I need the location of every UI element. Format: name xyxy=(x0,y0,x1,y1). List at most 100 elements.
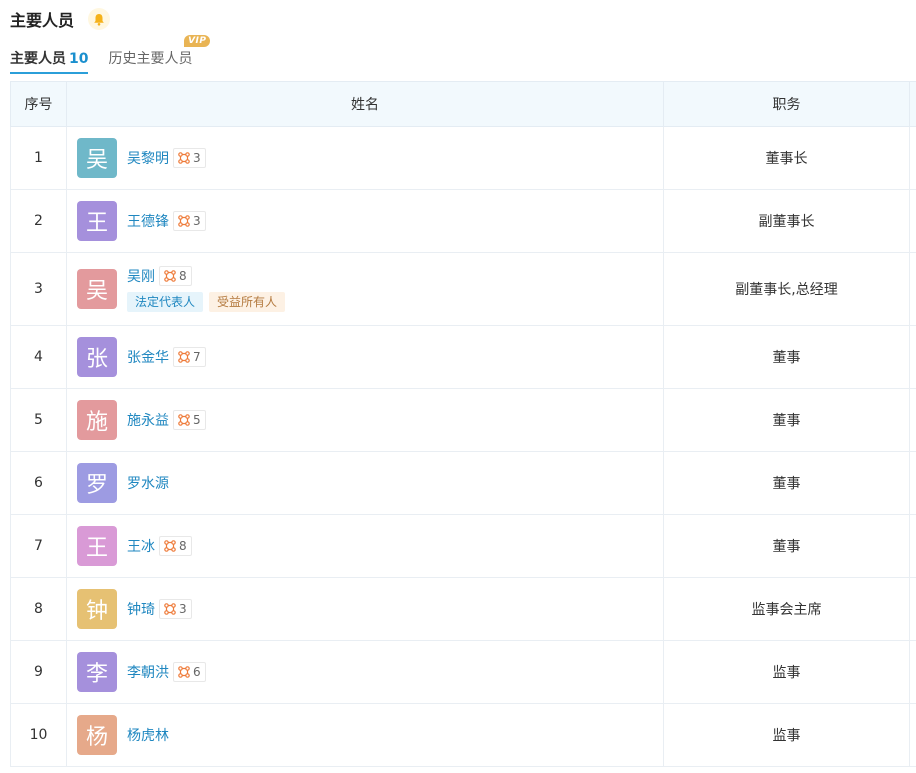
table-row: 6 罗罗水源 董事 xyxy=(10,451,916,515)
person-name-link[interactable]: 罗水源 xyxy=(127,473,169,493)
table-row: 9 李李朝洪 6 监事 xyxy=(10,640,916,704)
table-row: 3 吴吴刚 8 法定代表人 受益所有人 副董事长,总经理 xyxy=(10,252,916,326)
name-cell: 王王冰 8 xyxy=(66,514,664,578)
relation-icon xyxy=(164,603,176,615)
name-cell: 施施永益 5 xyxy=(66,388,664,452)
header-position: 职务 xyxy=(663,81,910,127)
vip-badge: VIP xyxy=(184,35,211,47)
relation-count: 6 xyxy=(193,665,201,679)
avatar[interactable]: 李 xyxy=(77,652,117,692)
tab-bar: 主要人员 10 历史主要人员 VIP xyxy=(10,35,211,74)
position-cell: 董事 xyxy=(663,325,910,389)
extra-cell xyxy=(909,514,916,578)
relation-count-badge[interactable]: 5 xyxy=(173,410,206,430)
person-name-link[interactable]: 钟琦 xyxy=(127,599,155,619)
relation-count-badge[interactable]: 3 xyxy=(159,599,192,619)
personnel-table: 序号 姓名 职务 1 吴吴黎明 3 董事长 2 王王德锋 3 副董事长 3 吴吴刚 8 法定代表人 受益… xyxy=(10,81,916,767)
table-row: 8 钟钟琦 3 监事会主席 xyxy=(10,577,916,641)
person-name-link[interactable]: 王冰 xyxy=(127,536,155,556)
relation-count-badge[interactable]: 8 xyxy=(159,536,192,556)
relation-count-badge[interactable]: 3 xyxy=(173,211,206,231)
person-tags: 法定代表人 受益所有人 xyxy=(127,292,291,312)
position-cell: 监事会主席 xyxy=(663,577,910,641)
extra-cell xyxy=(909,325,916,389)
relation-icon xyxy=(164,270,176,282)
position-cell: 副董事长 xyxy=(663,189,910,253)
relation-count: 7 xyxy=(193,350,201,364)
table-header-row: 序号 姓名 职务 xyxy=(10,81,916,127)
header-name: 姓名 xyxy=(66,81,664,127)
row-index: 4 xyxy=(10,325,67,389)
person-name-link[interactable]: 施永益 xyxy=(127,410,169,430)
person-name-link[interactable]: 张金华 xyxy=(127,347,169,367)
avatar[interactable]: 张 xyxy=(77,337,117,377)
name-cell: 罗罗水源 xyxy=(66,451,664,515)
section-title: 主要人员 xyxy=(10,11,75,30)
relation-count-badge[interactable]: 3 xyxy=(173,148,206,168)
row-index: 9 xyxy=(10,640,67,704)
section-header: 主要人员 xyxy=(10,7,111,31)
table-row: 4 张张金华 7 董事 xyxy=(10,325,916,389)
relation-icon xyxy=(164,540,176,552)
position-cell: 董事 xyxy=(663,451,910,515)
avatar[interactable]: 施 xyxy=(77,400,117,440)
avatar[interactable]: 吴 xyxy=(77,269,117,309)
relation-count: 3 xyxy=(193,214,201,228)
person-name-link[interactable]: 吴刚 xyxy=(127,266,155,286)
relation-count-badge[interactable]: 8 xyxy=(159,266,192,286)
avatar[interactable]: 吴 xyxy=(77,138,117,178)
position-cell: 董事 xyxy=(663,388,910,452)
person-name-link[interactable]: 王德锋 xyxy=(127,211,169,231)
person-name-link[interactable]: 吴黎明 xyxy=(127,148,169,168)
relation-count: 5 xyxy=(193,413,201,427)
tab-label: 历史主要人员 xyxy=(108,51,193,67)
extra-cell xyxy=(909,577,916,641)
avatar[interactable]: 王 xyxy=(77,201,117,241)
position-cell: 副董事长,总经理 xyxy=(663,252,910,326)
tab-count: 10 xyxy=(69,51,89,67)
header-index: 序号 xyxy=(10,81,67,127)
extra-cell xyxy=(909,388,916,452)
avatar[interactable]: 罗 xyxy=(77,463,117,503)
name-cell: 王王德锋 3 xyxy=(66,189,664,253)
extra-cell xyxy=(909,451,916,515)
extra-cell xyxy=(909,189,916,253)
relation-count-badge[interactable]: 7 xyxy=(173,347,206,367)
table-row: 10 杨杨虎林 监事 xyxy=(10,703,916,767)
row-index: 3 xyxy=(10,252,67,326)
name-cell: 吴吴黎明 3 xyxy=(66,126,664,190)
row-index: 7 xyxy=(10,514,67,578)
table-row: 2 王王德锋 3 副董事长 xyxy=(10,189,916,253)
avatar[interactable]: 钟 xyxy=(77,589,117,629)
position-cell: 监事 xyxy=(663,703,910,767)
legal-rep-tag[interactable]: 法定代表人 xyxy=(127,292,204,312)
name-cell: 钟钟琦 3 xyxy=(66,577,664,641)
row-index: 1 xyxy=(10,126,67,190)
name-cell: 李李朝洪 6 xyxy=(66,640,664,704)
extra-cell xyxy=(909,703,916,767)
table-row: 5 施施永益 5 董事 xyxy=(10,388,916,452)
relation-icon xyxy=(178,152,190,164)
position-cell: 监事 xyxy=(663,640,910,704)
relation-count: 8 xyxy=(179,539,187,553)
extra-cell xyxy=(909,126,916,190)
avatar[interactable]: 王 xyxy=(77,526,117,566)
beneficial-owner-tag[interactable]: 受益所有人 xyxy=(209,292,286,312)
position-cell: 董事 xyxy=(663,514,910,578)
relation-count-badge[interactable]: 6 xyxy=(173,662,206,682)
person-name-link[interactable]: 杨虎林 xyxy=(127,725,169,745)
relation-count: 3 xyxy=(193,151,201,165)
person-name-link[interactable]: 李朝洪 xyxy=(127,662,169,682)
row-index: 8 xyxy=(10,577,67,641)
tab-main-personnel[interactable]: 主要人员 10 xyxy=(10,48,89,74)
table-row: 7 王王冰 8 董事 xyxy=(10,514,916,578)
table-row: 1 吴吴黎明 3 董事长 xyxy=(10,126,916,190)
relation-count: 3 xyxy=(179,602,187,616)
header-extra xyxy=(909,81,916,127)
row-index: 6 xyxy=(10,451,67,515)
row-index: 5 xyxy=(10,388,67,452)
avatar[interactable]: 杨 xyxy=(77,715,117,755)
tab-label: 主要人员 xyxy=(10,51,66,67)
tab-history-personnel[interactable]: 历史主要人员 VIP xyxy=(108,35,211,74)
bell-icon[interactable] xyxy=(88,8,111,30)
